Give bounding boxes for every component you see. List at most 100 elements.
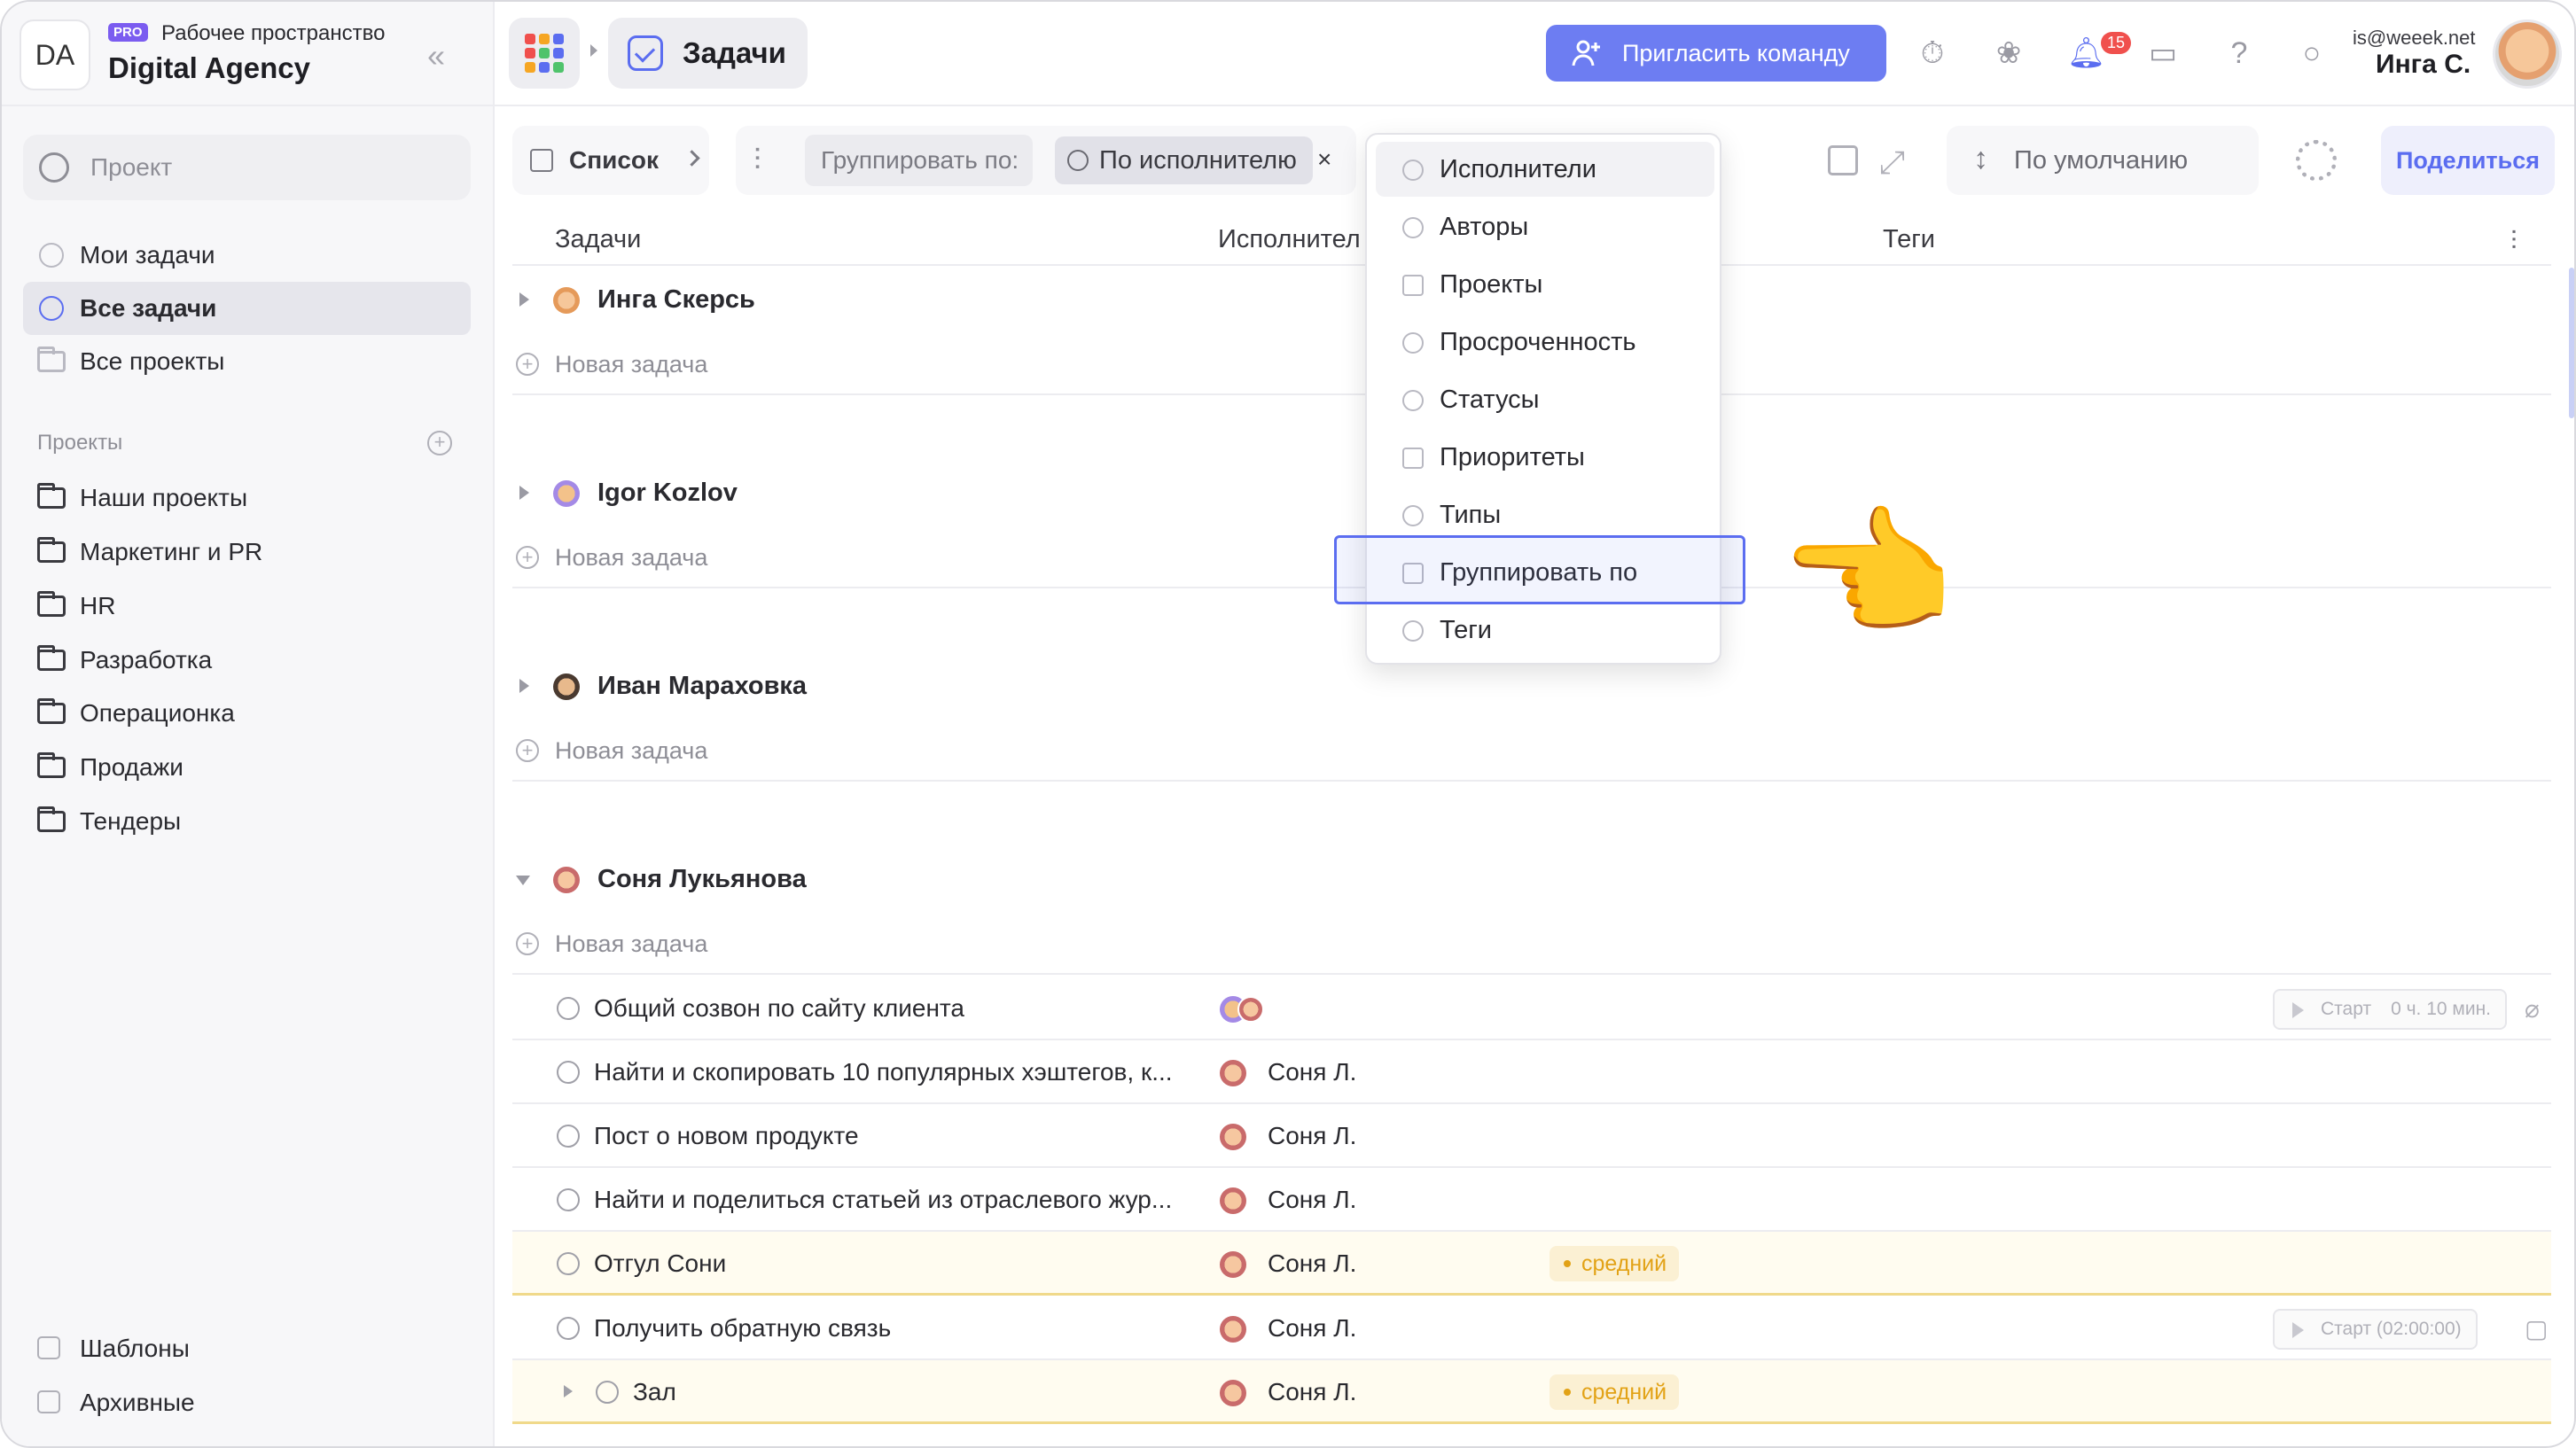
task-row[interactable]: Общий созвон по сайту клиента Старт 0 ч.… — [512, 977, 2551, 1040]
sidebar-item-templates[interactable]: Шаблоны — [37, 1335, 190, 1363]
sidebar-project-item[interactable]: HR — [23, 580, 471, 633]
column-header-tags[interactable]: Теги — [1883, 225, 1935, 254]
task-name[interactable]: Найти и поделиться статьей из отраслевог… — [594, 1186, 1172, 1214]
task-row[interactable]: Найти и скопировать 10 популярных хэштег… — [512, 1040, 2551, 1104]
new-task-row[interactable]: + Новая задача — [512, 913, 2551, 975]
invite-team-button[interactable]: Пригласить команду — [1546, 25, 1886, 82]
new-task-row[interactable]: + Новая задача — [512, 720, 2551, 782]
bell-icon[interactable]: 🔔︎ — [2067, 35, 2105, 71]
task-row[interactable]: Отгул Сони Соня Л. средний — [512, 1232, 2551, 1296]
task-complete-checkbox[interactable] — [557, 997, 580, 1020]
task-complete-checkbox[interactable] — [596, 1381, 619, 1404]
group-name: Igor Kozlov — [597, 479, 738, 507]
assignee-name[interactable]: Соня Л. — [1268, 1314, 1356, 1343]
sidebar-project-item[interactable]: Наши проекты — [23, 471, 471, 525]
pointing-hand-icon: 👈 — [1778, 494, 1955, 653]
start-timer-button[interactable]: Старт 0 ч. 10 мин. — [2273, 989, 2507, 1030]
column-settings-icon[interactable]: ⫶ — [2510, 227, 2517, 257]
assignee-name[interactable]: Соня Л. — [1268, 1122, 1356, 1150]
assignee-name[interactable]: Соня Л. — [1268, 1058, 1356, 1086]
task-row[interactable]: Пост о новом продукте Соня Л. — [512, 1104, 2551, 1168]
user-name[interactable]: Инга С. — [2376, 50, 2471, 80]
dropdown-item-statuses[interactable]: Статусы — [1376, 372, 1714, 427]
subtask-caret-icon[interactable] — [564, 1385, 573, 1397]
sidebar-item-archive[interactable]: Архивные — [37, 1389, 195, 1417]
lotus-icon[interactable]: ❀ — [1991, 35, 2026, 71]
clear-group-by-icon[interactable]: × — [1317, 145, 1331, 174]
notifications-badge: 15 — [2101, 32, 2132, 54]
search-icon[interactable]: ○ — [2294, 35, 2330, 71]
save-view-icon[interactable] — [1828, 145, 1858, 175]
dropdown-item-projects[interactable]: Проекты — [1376, 257, 1714, 312]
task-name[interactable]: Пост о новом продукте — [594, 1122, 859, 1150]
start-timer-button[interactable]: Старт (02:00:00) — [2273, 1309, 2478, 1350]
task-complete-checkbox[interactable] — [557, 1188, 580, 1211]
expand-caret-icon[interactable] — [519, 486, 529, 500]
scrollbar[interactable] — [2569, 268, 2574, 418]
task-row[interactable]: Зал Соня Л. средний — [512, 1360, 2551, 1424]
expand-caret-icon[interactable] — [519, 679, 529, 693]
sidebar-item-all-tasks[interactable]: Все задачи — [23, 282, 471, 335]
view-mode-select[interactable]: Список — [512, 126, 709, 195]
sidebar-item-all-projects[interactable]: Все проекты — [23, 335, 471, 388]
add-task-icon: + — [516, 546, 539, 569]
dropdown-item-assignees[interactable]: Исполнители — [1376, 142, 1714, 197]
task-row[interactable]: Получить обратную связь Соня Л. Старт (0… — [512, 1296, 2551, 1360]
collapse-sidebar-icon[interactable]: « — [427, 37, 445, 74]
project-search-input[interactable]: Проект — [23, 135, 471, 200]
help-icon[interactable]: ? — [2221, 35, 2257, 71]
gear-icon[interactable] — [2296, 140, 2337, 181]
priority-badge[interactable]: средний — [1550, 1246, 1680, 1281]
task-name[interactable]: Найти и скопировать 10 популярных хэштег… — [594, 1058, 1173, 1086]
task-name[interactable]: Зал — [633, 1378, 676, 1406]
sidebar-project-item[interactable]: Разработка — [23, 634, 471, 687]
task-complete-checkbox[interactable] — [557, 1252, 580, 1275]
user-circle-icon — [1067, 150, 1089, 171]
folder-icon[interactable]: ▭ — [2145, 35, 2181, 71]
apps-grid-dot — [539, 48, 550, 58]
expand-icon[interactable]: ⤢ — [1879, 144, 1905, 182]
task-complete-checkbox[interactable] — [557, 1317, 580, 1340]
task-complete-checkbox[interactable] — [557, 1061, 580, 1084]
group-row[interactable]: Соня Лукьянова — [512, 847, 2551, 911]
paperclip-icon[interactable]: ⌀ — [2525, 994, 2540, 1024]
group-by-value: По исполнителю — [1099, 145, 1297, 175]
sidebar-project-item[interactable]: Операционка — [23, 687, 471, 740]
column-header-assignee[interactable]: Исполнител — [1218, 225, 1361, 254]
task-complete-checkbox[interactable] — [557, 1125, 580, 1148]
task-row[interactable]: Найти и поделиться статьей из отраслевог… — [512, 1168, 2551, 1232]
sidebar-project-item[interactable]: Тендеры — [23, 795, 471, 848]
page-title-chip[interactable]: Задачи — [608, 18, 808, 89]
task-name[interactable]: Получить обратную связь — [594, 1314, 891, 1343]
dropdown-item-authors[interactable]: Авторы — [1376, 199, 1714, 254]
column-header-tasks[interactable]: Задачи — [555, 225, 641, 254]
workspace-name[interactable]: Digital Agency — [108, 51, 310, 85]
group-by-chip[interactable]: По исполнителю — [1055, 136, 1313, 184]
priority-badge[interactable]: средний — [1550, 1374, 1680, 1410]
assignee-name[interactable]: Соня Л. — [1268, 1186, 1356, 1214]
avatar — [1220, 1380, 1246, 1406]
sort-select[interactable]: ↕ По умолчанию — [1947, 126, 2259, 195]
expand-caret-icon[interactable] — [519, 292, 529, 307]
collapse-caret-icon[interactable] — [516, 876, 530, 885]
filter-sliders-icon[interactable]: ⫶ — [753, 144, 761, 178]
task-name[interactable]: Общий созвон по сайту клиента — [594, 994, 964, 1023]
sidebar-project-item[interactable]: Маркетинг и PR — [23, 525, 471, 579]
sidebar-item-my-tasks[interactable]: Мои задачи — [23, 229, 471, 282]
user-avatar[interactable] — [2493, 19, 2562, 89]
workspace-avatar[interactable]: DA — [20, 19, 90, 90]
dropdown-item-priorities[interactable]: Приоритеты — [1376, 430, 1714, 485]
assignee-name[interactable]: Соня Л. — [1268, 1378, 1356, 1406]
dropdown-item-types[interactable]: Типы — [1376, 487, 1714, 542]
sidebar-project-item[interactable]: Продажи — [23, 741, 471, 794]
task-name[interactable]: Отгул Сони — [594, 1249, 726, 1278]
add-project-icon[interactable]: + — [427, 431, 452, 455]
apps-grid-button[interactable] — [509, 18, 580, 89]
comment-icon[interactable]: ▢ — [2525, 1314, 2548, 1343]
timer-icon[interactable]: ⏱ — [1915, 35, 1950, 71]
share-button[interactable]: Поделиться — [2381, 126, 2555, 195]
assignee-name[interactable]: Соня Л. — [1268, 1249, 1356, 1278]
dropdown-item-overdue[interactable]: Просроченность — [1376, 315, 1714, 370]
group-by-label-button[interactable]: Группировать по: — [805, 135, 1034, 186]
dropdown-item-tags[interactable]: Теги — [1376, 603, 1714, 658]
